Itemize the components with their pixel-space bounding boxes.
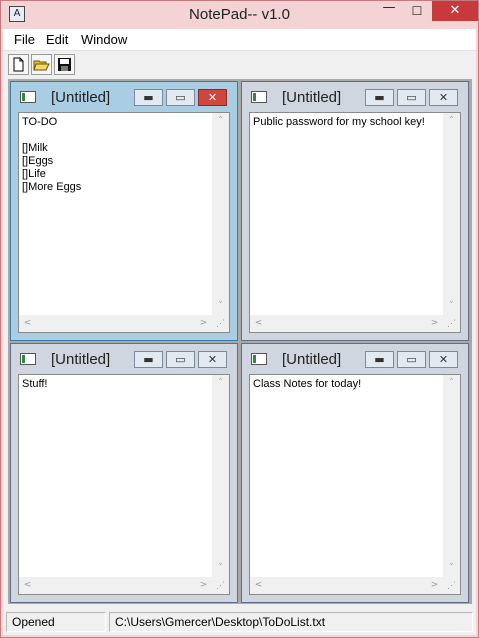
title-bar[interactable]: A NotePad-- v1.0 — ☐ ✕ (1, 1, 478, 29)
document-maximize-button[interactable]: ▭ (397, 351, 426, 368)
document-window-1[interactable]: [Untitled] ▬ ▭ ✕ TO-DO []Milk []Eggs []L… (10, 81, 238, 341)
document-icon[interactable] (251, 353, 267, 365)
text-editor[interactable]: Class Notes for today! ˄ ˅ < > ⋰ (249, 374, 461, 595)
status-bar: Opened C:\Users\Gmercer\Desktop\ToDoList… (3, 609, 476, 634)
status-file-path: C:\Users\Gmercer\Desktop\ToDoList.txt (109, 612, 473, 632)
new-file-icon (13, 57, 24, 72)
document-close-button[interactable]: ✕ (429, 89, 458, 106)
text-editor[interactable]: Public password for my school key! ˄ ˅ <… (249, 112, 461, 333)
document-title-bar[interactable]: [Untitled] ▬ ▭ ✕ (11, 82, 237, 112)
scroll-down-icon[interactable]: ˅ (212, 298, 229, 315)
document-icon[interactable] (20, 91, 36, 103)
scroll-left-icon[interactable]: < (19, 315, 36, 332)
scroll-up-icon[interactable]: ˄ (443, 375, 460, 392)
vertical-scrollbar[interactable]: ˄ ˅ (212, 113, 229, 315)
document-minimize-button[interactable]: ▬ (365, 89, 394, 106)
document-icon[interactable] (20, 353, 36, 365)
scroll-up-icon[interactable]: ˄ (212, 375, 229, 392)
horizontal-scrollbar[interactable]: < > (19, 577, 212, 594)
notepad-window: A NotePad-- v1.0 — ☐ ✕ File Edit Window (0, 0, 479, 638)
scroll-left-icon[interactable]: < (250, 315, 267, 332)
close-button[interactable]: ✕ (432, 1, 478, 21)
open-file-button[interactable] (31, 54, 52, 75)
scroll-right-icon[interactable]: > (195, 315, 212, 332)
editor-content[interactable]: Stuff! (22, 378, 210, 575)
horizontal-scrollbar[interactable]: < > (250, 315, 443, 332)
document-title-bar[interactable]: [Untitled] ▬ ▭ ✕ (242, 344, 468, 374)
save-file-button[interactable] (54, 54, 75, 75)
resize-grip-icon[interactable]: ⋰ (212, 577, 229, 594)
scroll-down-icon[interactable]: ˅ (443, 560, 460, 577)
document-title: [Untitled] (51, 351, 111, 368)
editor-content[interactable]: TO-DO []Milk []Eggs []Life []More Eggs (22, 116, 210, 313)
menu-file[interactable]: File (14, 32, 35, 47)
vertical-scrollbar[interactable]: ˄ ˅ (212, 375, 229, 577)
document-title: [Untitled] (282, 89, 342, 106)
scroll-left-icon[interactable]: < (19, 577, 36, 594)
minimize-button[interactable]: — (376, 1, 402, 21)
client-area: File Edit Window [Untitled] ▬ ▭ ✕ TO-DO … (3, 29, 476, 635)
scroll-right-icon[interactable]: > (426, 315, 443, 332)
document-window-3[interactable]: [Untitled] ▬ ▭ ✕ Stuff! ˄ ˅ < > ⋰ (10, 343, 238, 603)
document-icon[interactable] (251, 91, 267, 103)
toolbar (3, 52, 476, 77)
document-maximize-button[interactable]: ▭ (166, 351, 195, 368)
document-title-bar[interactable]: [Untitled] ▬ ▭ ✕ (11, 344, 237, 374)
menu-window[interactable]: Window (81, 32, 127, 47)
resize-grip-icon[interactable]: ⋰ (443, 577, 460, 594)
open-folder-icon (33, 60, 50, 71)
document-close-button[interactable]: ✕ (198, 351, 227, 368)
vertical-scrollbar[interactable]: ˄ ˅ (443, 113, 460, 315)
new-file-button[interactable] (8, 54, 29, 75)
document-title: [Untitled] (282, 351, 342, 368)
document-maximize-button[interactable]: ▭ (397, 89, 426, 106)
document-window-4[interactable]: [Untitled] ▬ ▭ ✕ Class Notes for today! … (241, 343, 469, 603)
resize-grip-icon[interactable]: ⋰ (443, 315, 460, 332)
resize-grip-icon[interactable]: ⋰ (212, 315, 229, 332)
vertical-scrollbar[interactable]: ˄ ˅ (443, 375, 460, 577)
document-minimize-button[interactable]: ▬ (134, 89, 163, 106)
editor-content[interactable]: Public password for my school key! (253, 116, 441, 313)
document-title: [Untitled] (51, 89, 111, 106)
editor-content[interactable]: Class Notes for today! (253, 378, 441, 575)
document-window-2[interactable]: [Untitled] ▬ ▭ ✕ Public password for my … (241, 81, 469, 341)
menu-bar: File Edit Window (3, 29, 476, 51)
document-maximize-button[interactable]: ▭ (166, 89, 195, 106)
document-close-button[interactable]: ✕ (429, 351, 458, 368)
scroll-down-icon[interactable]: ˅ (212, 560, 229, 577)
mdi-workspace: [Untitled] ▬ ▭ ✕ TO-DO []Milk []Eggs []L… (8, 79, 472, 604)
horizontal-scrollbar[interactable]: < > (250, 577, 443, 594)
status-state: Opened (6, 612, 106, 632)
scroll-down-icon[interactable]: ˅ (443, 298, 460, 315)
scroll-up-icon[interactable]: ˄ (212, 113, 229, 130)
menu-edit[interactable]: Edit (46, 32, 68, 47)
maximize-button[interactable]: ☐ (404, 1, 430, 21)
document-minimize-button[interactable]: ▬ (134, 351, 163, 368)
scroll-right-icon[interactable]: > (426, 577, 443, 594)
document-title-bar[interactable]: [Untitled] ▬ ▭ ✕ (242, 82, 468, 112)
scroll-left-icon[interactable]: < (250, 577, 267, 594)
document-close-button[interactable]: ✕ (198, 89, 227, 106)
text-editor[interactable]: Stuff! ˄ ˅ < > ⋰ (18, 374, 230, 595)
scroll-up-icon[interactable]: ˄ (443, 113, 460, 130)
save-disk-icon (58, 58, 71, 71)
scroll-right-icon[interactable]: > (195, 577, 212, 594)
document-minimize-button[interactable]: ▬ (365, 351, 394, 368)
text-editor[interactable]: TO-DO []Milk []Eggs []Life []More Eggs ˄… (18, 112, 230, 333)
horizontal-scrollbar[interactable]: < > (19, 315, 212, 332)
